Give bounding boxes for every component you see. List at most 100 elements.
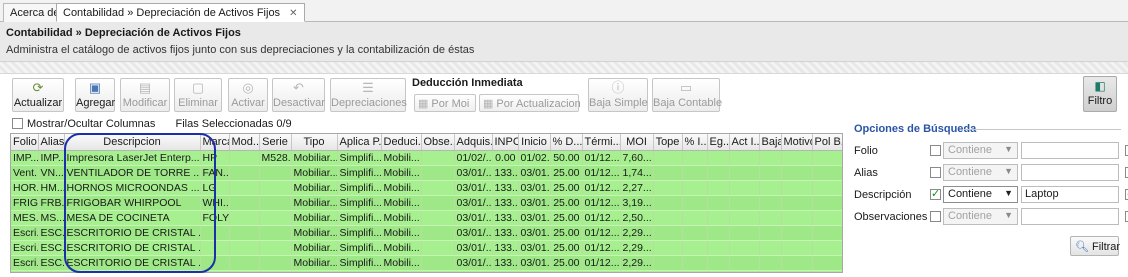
filter-value-input[interactable]	[1021, 164, 1119, 181]
column-header[interactable]: Térmi...	[582, 134, 621, 151]
table-cell: 133....	[492, 180, 519, 196]
table-row[interactable]: MES...MS...MESA DE COCINETAFOLY Mobiliar.…	[11, 210, 842, 226]
table-cell: 7,60...	[620, 150, 654, 166]
table-row[interactable]: FRIG...FRB...FRIGOBAR WHIRPOOLWHI... Mobi…	[11, 195, 842, 211]
button-label: Depreciaciones	[331, 97, 407, 109]
column-header[interactable]: INPC	[492, 134, 519, 151]
operator-select[interactable]: Contiene ▼	[943, 142, 1018, 159]
column-header[interactable]: % D...	[550, 134, 583, 151]
table-cell	[707, 165, 730, 181]
column-header[interactable]: Eg...	[707, 134, 730, 151]
grid-options-row: Mostrar/Ocultar Columnas Filas Seleccion…	[12, 118, 292, 132]
filter-row-descripcion: Descripción Contiene ▼ Laptop	[846, 186, 1128, 204]
column-header[interactable]: MOI	[620, 134, 654, 151]
panel-title: Opciones de Búsqueda	[854, 123, 977, 135]
activar-button[interactable]: ◎ Activar	[228, 78, 268, 112]
column-header[interactable]: Serie	[259, 134, 292, 151]
table-row[interactable]: Escri...ESC...ESCRITORIO DE CRISTAL ... M…	[11, 255, 842, 271]
table-cell: 03/01/...	[454, 225, 493, 241]
tab-depreciacion[interactable]: Contabilidad » Depreciación de Activos F…	[56, 3, 305, 22]
table-row[interactable]: IMP... IMP... Impresora LaserJet Enterp...…	[11, 150, 842, 166]
table-cell	[682, 195, 708, 211]
filtrar-button[interactable]: 🔍︎ Filtrar	[1070, 236, 1120, 256]
actualizar-button[interactable]: ⟳ Actualizar	[12, 78, 64, 112]
filtro-button[interactable]: ◧ Filtro	[1083, 76, 1117, 112]
activate-icon: ◎	[242, 80, 254, 95]
column-header[interactable]: Alias	[38, 134, 65, 151]
table-cell: Simplifi...	[337, 255, 382, 271]
close-icon[interactable]: ✕	[289, 8, 297, 19]
column-header[interactable]: Marca	[200, 134, 230, 151]
table-cell: Simplifi...	[337, 165, 382, 181]
filter-enable-checkbox[interactable]	[930, 187, 941, 200]
filter-value-input[interactable]: Laptop	[1021, 186, 1119, 203]
por-moi-button[interactable]: ▦ Por Moi	[414, 94, 476, 112]
filter-enable-checkbox[interactable]	[930, 167, 941, 178]
filter-enable-checkbox[interactable]	[930, 211, 941, 222]
filter-value-input[interactable]	[1021, 208, 1119, 225]
operator-select[interactable]: Contiene ▼	[943, 164, 1018, 181]
table-cell: Simplifi...	[337, 240, 382, 256]
eliminar-button[interactable]: ▢ Eliminar	[174, 78, 222, 112]
column-header[interactable]: Tipo	[291, 134, 338, 151]
agregar-button[interactable]: ▣ Agregar	[75, 78, 115, 112]
baja-contable-button[interactable]: ▭ Baja Contable	[652, 78, 722, 112]
table-cell	[729, 210, 760, 226]
table-cell	[682, 270, 708, 272]
baja-simple-button[interactable]: ⓘ Baja Simple	[588, 78, 648, 112]
column-header[interactable]: Folio	[11, 134, 39, 151]
show-columns-checkbox[interactable]	[12, 118, 23, 129]
table-row[interactable]: KIAKia KIA RIO SEDAN 2020 4...KIA2020Equ…	[11, 270, 842, 272]
depreciaciones-button[interactable]: ☰ Depreciaciones	[330, 78, 407, 112]
column-header[interactable]: Aplica P...	[337, 134, 382, 151]
table-cell: Mobiliar...	[291, 225, 338, 241]
table-cell: Simplifi...	[337, 270, 382, 272]
table-cell: Escri...	[11, 225, 39, 241]
table-cell	[759, 210, 782, 226]
desactivar-button[interactable]: ↶ Desactivar	[272, 78, 325, 112]
column-header[interactable]: Deduci...	[381, 134, 422, 151]
filter-enable-checkbox[interactable]	[930, 145, 941, 156]
table-cell	[229, 150, 260, 166]
table-cell	[259, 195, 292, 211]
table-cell: 2,50...	[620, 210, 654, 226]
operator-select[interactable]: Contiene ▼	[943, 186, 1018, 203]
filter-value-input[interactable]	[1021, 142, 1119, 159]
filter-panel-icon: ◧	[1094, 79, 1106, 93]
column-header[interactable]: Mod...	[229, 134, 260, 151]
column-header[interactable]: Inicio	[518, 134, 551, 151]
table-row[interactable]: Vent...VN...VENTILADOR DE TORRE ...FAN..…	[11, 165, 842, 181]
table-cell: Mobili...	[381, 225, 422, 241]
table-row[interactable]: Escri...ESC...ESCRITORIO DE CRISTAL ... M…	[11, 225, 842, 241]
column-header[interactable]: % I...	[682, 134, 708, 151]
table-cell	[812, 225, 842, 241]
column-header[interactable]: Adquis...	[454, 134, 493, 151]
column-header[interactable]: Obse...	[421, 134, 455, 151]
operator-select[interactable]: Contiene ▼	[943, 208, 1018, 225]
button-label: Eliminar	[178, 97, 218, 109]
table-row[interactable]: Escri...ESC...ESCRITORIO DE CRISTAL ... M…	[11, 240, 842, 256]
por-actualizacion-button[interactable]: ▦ Por Actualizacion	[479, 94, 581, 112]
table-cell: 03/01...	[518, 180, 551, 196]
table-cell: 25.00	[550, 240, 583, 256]
column-header[interactable]: Descripcion	[64, 134, 201, 151]
table-cell: VN...	[38, 165, 65, 181]
column-header[interactable]: Act I...	[729, 134, 760, 151]
column-header[interactable]: Baja	[759, 134, 782, 151]
modificar-button[interactable]: ▤ Modificar	[120, 78, 170, 112]
table-cell	[812, 195, 842, 211]
table-row[interactable]: HOR...HM...HORNOS MICROONDAS ...LG Mobili…	[11, 180, 842, 196]
column-header[interactable]: Motivo	[781, 134, 813, 151]
info-icon: ⓘ	[611, 80, 625, 95]
table-cell: 50.00	[550, 150, 583, 166]
table-cell: 03/01/...	[454, 165, 493, 181]
table-cell	[781, 180, 813, 196]
table-cell: 2,27...	[620, 180, 654, 196]
column-header[interactable]: Tope	[653, 134, 683, 151]
table-cell: Mobiliar...	[291, 195, 338, 211]
table-cell	[729, 165, 760, 181]
table-cell: Kia KIA RIO SEDAN 2020 4...	[64, 270, 201, 272]
table-cell: ESCRITORIO DE CRISTAL ...	[64, 225, 201, 241]
table-cell: 01/02...	[518, 150, 551, 166]
column-header[interactable]: Pol B...	[812, 134, 842, 151]
